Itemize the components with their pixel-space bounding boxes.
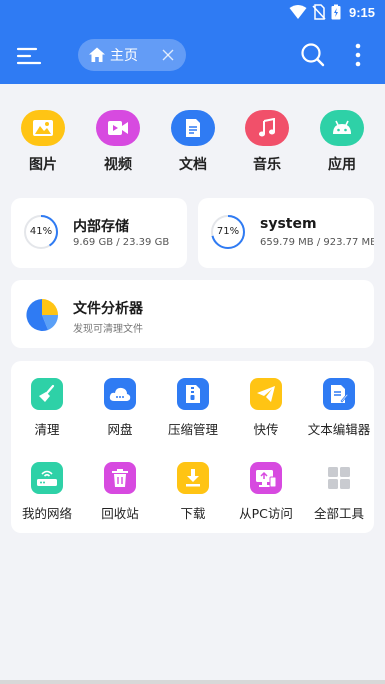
- tool-pc-access[interactable]: 从PC访问: [229, 462, 303, 522]
- category-icon-bg: [320, 110, 364, 146]
- wifi-icon: [289, 5, 307, 19]
- category-videos[interactable]: 视频: [88, 100, 148, 174]
- tool-text-editor[interactable]: 文本编辑器: [302, 378, 376, 438]
- category-music[interactable]: 音乐: [237, 100, 297, 174]
- tool-icon-bg: [323, 462, 355, 494]
- category-shortcuts: 图片 视频 文档 音乐 应用: [0, 100, 385, 180]
- storage-card-system[interactable]: 71% system 659.79 MB / 923.77 MB: [198, 198, 374, 268]
- clock: 9:15: [348, 4, 375, 20]
- tool-icon-bg: [323, 378, 355, 410]
- tool-all-tools[interactable]: 全部工具: [302, 462, 376, 522]
- trash-icon: [112, 469, 128, 487]
- tool-icon-bg: [250, 378, 282, 410]
- tool-zip-manager[interactable]: 压缩管理: [156, 378, 230, 438]
- category-apps[interactable]: 应用: [312, 100, 372, 174]
- tool-icon-bg: [177, 462, 209, 494]
- tool-icon-bg: [250, 462, 282, 494]
- tool-icon-bg: [31, 462, 63, 494]
- pc-access-icon: [256, 470, 277, 488]
- tool-icon-bg: [104, 378, 136, 410]
- app-bar: 主页: [0, 28, 385, 84]
- broom-icon: [39, 384, 55, 402]
- android-icon: [333, 120, 351, 134]
- storage-title: 内部存储: [73, 219, 129, 235]
- tool-icon-bg: [177, 378, 209, 410]
- tool-label: 回收站: [101, 506, 139, 521]
- analyzer-title: 文件分析器: [73, 301, 143, 317]
- cloud-icon: [109, 387, 131, 401]
- tool-recycle-bin[interactable]: 回收站: [83, 462, 157, 522]
- category-label: 音乐: [253, 157, 281, 173]
- tool-label: 我的网络: [21, 506, 72, 521]
- pie-chart-icon: [26, 299, 59, 331]
- storage-card-internal[interactable]: 41% 内部存储 9.69 GB / 23.39 GB: [11, 198, 187, 268]
- battery-charging-icon: [331, 4, 341, 20]
- storage-detail: 659.79 MB / 923.77 MB: [260, 237, 374, 248]
- storage-percent: 71%: [216, 226, 240, 237]
- tool-icon-bg: [104, 462, 136, 494]
- no-sim-icon: [312, 4, 326, 20]
- category-documents[interactable]: 文档: [163, 100, 223, 174]
- text-editor-icon: [331, 385, 348, 403]
- zip-icon: [186, 385, 200, 403]
- category-icon-bg: [21, 110, 65, 146]
- bottom-divider: [0, 680, 385, 684]
- category-label: 应用: [328, 157, 356, 173]
- storage-detail: 9.69 GB / 23.39 GB: [73, 237, 170, 248]
- close-icon[interactable]: [160, 47, 176, 63]
- status-bar: 9:15: [0, 0, 385, 28]
- tool-label: 清理: [34, 422, 60, 437]
- more-options-button[interactable]: [346, 41, 370, 69]
- storage-percent: 41%: [29, 226, 53, 237]
- tool-label: 文本编辑器: [307, 422, 371, 437]
- video-icon: [108, 121, 128, 135]
- category-images[interactable]: 图片: [13, 100, 73, 174]
- category-icon-bg: [245, 110, 289, 146]
- tool-cloud-drive[interactable]: 网盘: [83, 378, 157, 438]
- analyzer-subtitle: 发现可清理文件: [73, 324, 143, 335]
- status-icons: 9:15: [289, 4, 375, 20]
- tool-label: 从PC访问: [239, 506, 293, 521]
- more-vertical-icon: [355, 43, 361, 67]
- search-icon: [301, 43, 325, 67]
- tool-clean[interactable]: 清理: [10, 378, 84, 438]
- tool-label: 全部工具: [313, 506, 364, 521]
- category-icon-bg: [171, 110, 215, 146]
- tools-card: 清理 网盘 压缩管理 快传 文本编辑器 我的网络 回收站 下载 从PC访问 全部…: [11, 361, 374, 533]
- tool-quick-transfer[interactable]: 快传: [229, 378, 303, 438]
- music-icon: [259, 118, 275, 137]
- search-button[interactable]: [299, 41, 327, 69]
- router-icon: [37, 470, 57, 486]
- tool-label: 下载: [180, 506, 206, 521]
- all-tools-icon: [328, 467, 350, 489]
- menu-icon: [16, 47, 42, 65]
- category-label: 视频: [104, 157, 132, 173]
- tool-icon-bg: [31, 378, 63, 410]
- home-tab-chip[interactable]: 主页: [78, 39, 186, 71]
- category-icon-bg: [96, 110, 140, 146]
- tool-label: 快传: [253, 422, 279, 437]
- category-label: 文档: [179, 157, 207, 173]
- document-icon: [186, 119, 200, 137]
- tool-label: 压缩管理: [167, 422, 218, 437]
- send-icon: [257, 386, 275, 402]
- download-icon: [186, 469, 200, 487]
- tool-my-network[interactable]: 我的网络: [10, 462, 84, 522]
- tool-downloads[interactable]: 下载: [156, 462, 230, 522]
- category-label: 图片: [29, 157, 57, 173]
- menu-button[interactable]: [16, 42, 44, 70]
- tool-label: 网盘: [107, 422, 133, 437]
- storage-title: system: [260, 216, 317, 232]
- file-analyzer-card[interactable]: 文件分析器 发现可清理文件: [11, 280, 374, 348]
- home-tab-label: 主页: [110, 48, 138, 64]
- image-icon: [33, 120, 53, 136]
- home-icon: [89, 47, 105, 62]
